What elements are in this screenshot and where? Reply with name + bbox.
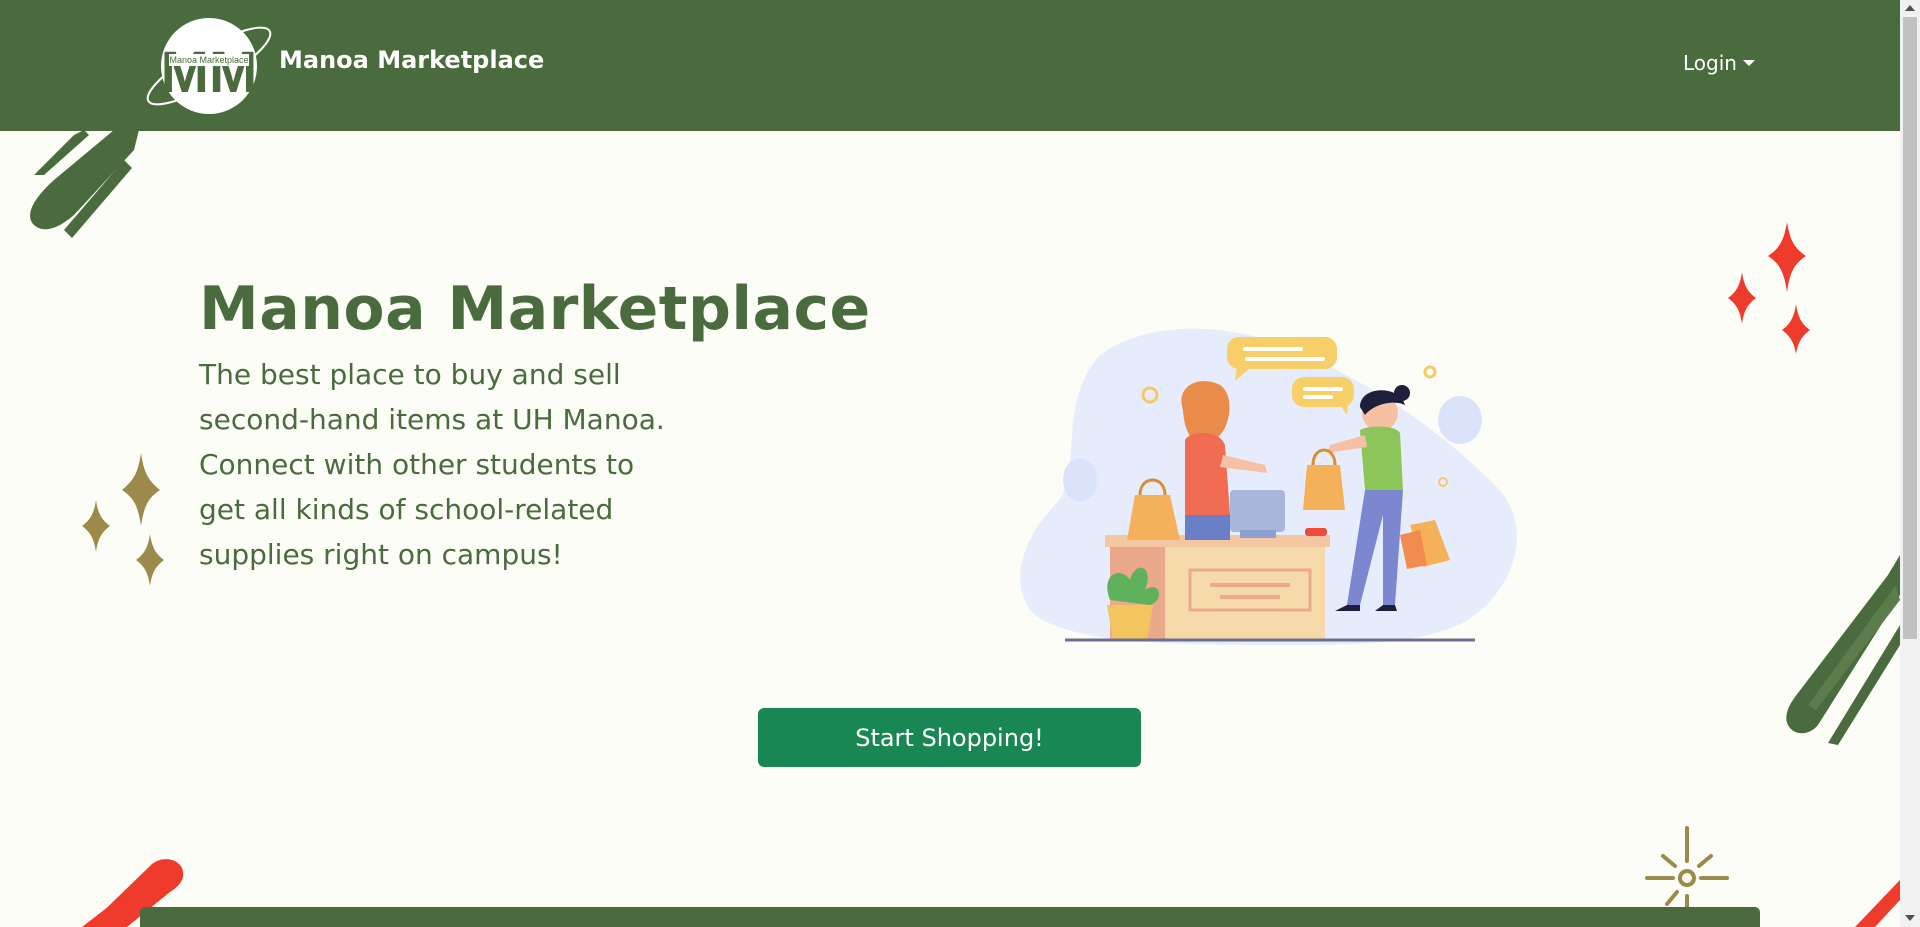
olive-sparkles	[82, 453, 164, 586]
brand-logo[interactable]: MM Manoa Marketplace	[139, 10, 279, 122]
vertical-scrollbar[interactable]	[1900, 0, 1920, 927]
green-brush-stroke-top-left	[30, 130, 140, 238]
red-brush-stroke-bottom-right	[1855, 880, 1900, 927]
scroll-down-arrow-icon[interactable]	[1905, 915, 1915, 921]
brand-title[interactable]: Manoa Marketplace	[279, 46, 544, 74]
green-brush-stroke-right	[1786, 555, 1900, 745]
hero-title: Manoa Marketplace	[199, 274, 871, 344]
logo-monogram: MM	[161, 40, 258, 105]
top-navbar: MM Manoa Marketplace Manoa Marketplace L…	[0, 0, 1900, 131]
section-card-top-edge	[140, 907, 1760, 927]
red-sparkles	[1728, 222, 1810, 354]
login-label: Login	[1683, 51, 1737, 75]
scrollbar-thumb[interactable]	[1903, 17, 1917, 639]
logo-caption: Manoa Marketplace	[169, 55, 248, 65]
hero-description: The best place to buy and sell second-ha…	[199, 358, 665, 571]
shopping-illustration-icon	[1020, 328, 1517, 645]
scroll-up-arrow-icon[interactable]	[1905, 5, 1915, 11]
caret-down-icon	[1742, 60, 1755, 66]
start-shopping-button[interactable]: Start Shopping!	[758, 708, 1141, 767]
login-dropdown[interactable]: Login	[1683, 51, 1755, 75]
